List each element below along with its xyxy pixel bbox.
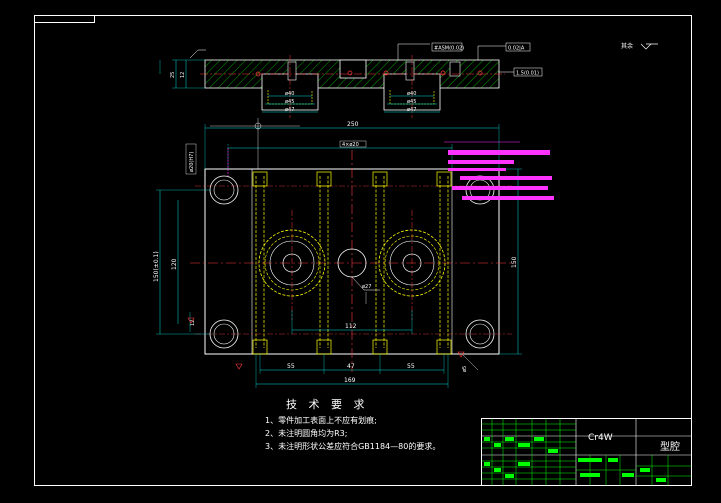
right-bore-dim-1: ø40 — [407, 91, 416, 97]
right-bore-dim-3: ø47 — [407, 107, 416, 113]
left-height-dim: 150(±0.1) — [153, 251, 160, 282]
tolerance-label-3: 1.5(0.01) — [516, 71, 539, 77]
section-view: ø40 ø45 ø47 ø40 ø45 ø47 25 12 #ASM(0.02) — [159, 42, 543, 118]
magenta-highlights — [448, 150, 554, 200]
bottom-small-dim: ø5 — [462, 366, 468, 372]
tech-line-1: 1、零件加工表面上不应有划痕; — [265, 415, 377, 425]
left-bore-dim-3: ø47 — [285, 107, 294, 113]
plan-view: 250 4×ø20 150(±0.1) 120 ø20(H7) 12 150 ø… — [153, 118, 554, 388]
section-height-12: 12 — [180, 72, 186, 78]
top-left-tab — [34, 15, 95, 23]
section-height-dims: 25 12 — [159, 49, 206, 89]
center-span-dim: 112 — [345, 323, 357, 330]
bore-dimensions: ø40 ø45 ø47 ø40 ø45 ø47 — [262, 91, 440, 113]
bottom-mid-dim: 47 — [347, 363, 355, 370]
tolerance-label-2: 0.02|A — [508, 46, 525, 52]
cad-drawing-canvas: 其余 ø40 ø45 ø47 ø40 ø45 ø47 25 12 #ASM(0.… — [34, 15, 692, 486]
tolerance-label-1: #ASM(0.02) — [434, 46, 464, 52]
bottom-overall-dim: 169 — [344, 377, 356, 384]
center-slot-cut — [339, 59, 367, 79]
bottom-left-dim: 55 — [287, 363, 295, 370]
left-dimensions: 150(±0.1) 120 ø20(H7) 12 — [153, 143, 210, 335]
left-bore-dim-2: ø45 — [285, 99, 294, 105]
tech-line-2: 2、未注明圆角均为R3; — [265, 428, 347, 438]
material-label: Cr4W — [588, 433, 613, 443]
right-height-dim: 150 — [511, 256, 518, 268]
part-name-label: 型腔 — [660, 440, 680, 453]
bottom-right-dim: 55 — [407, 363, 415, 370]
roughness-note: 其余 — [621, 42, 658, 50]
technical-requirements: 技 术 要 求 1、零件加工表面上不应有划痕; 2、未注明圆角均为R3; 3、未… — [265, 398, 440, 451]
inner-height-dim: 120 — [171, 258, 178, 270]
tech-line-3: 3、未注明形状公差应符合GB1184—80的要求。 — [265, 441, 440, 451]
right-bore-dim-2: ø45 — [407, 99, 416, 105]
top-hole-label: 4×ø20 — [342, 142, 359, 148]
tech-requirements-title: 技 术 要 求 — [286, 398, 369, 411]
center-hole-label: ø27 — [362, 284, 371, 290]
section-height-25: 25 — [170, 72, 176, 78]
roughness-note-text: 其余 — [621, 42, 633, 50]
title-block: Cr4W 型腔 — [481, 418, 692, 486]
overall-width-dim: 250 — [347, 121, 359, 128]
left-bore-dim-1: ø40 — [285, 91, 294, 97]
pad-label: ø20(H7) — [189, 152, 195, 172]
